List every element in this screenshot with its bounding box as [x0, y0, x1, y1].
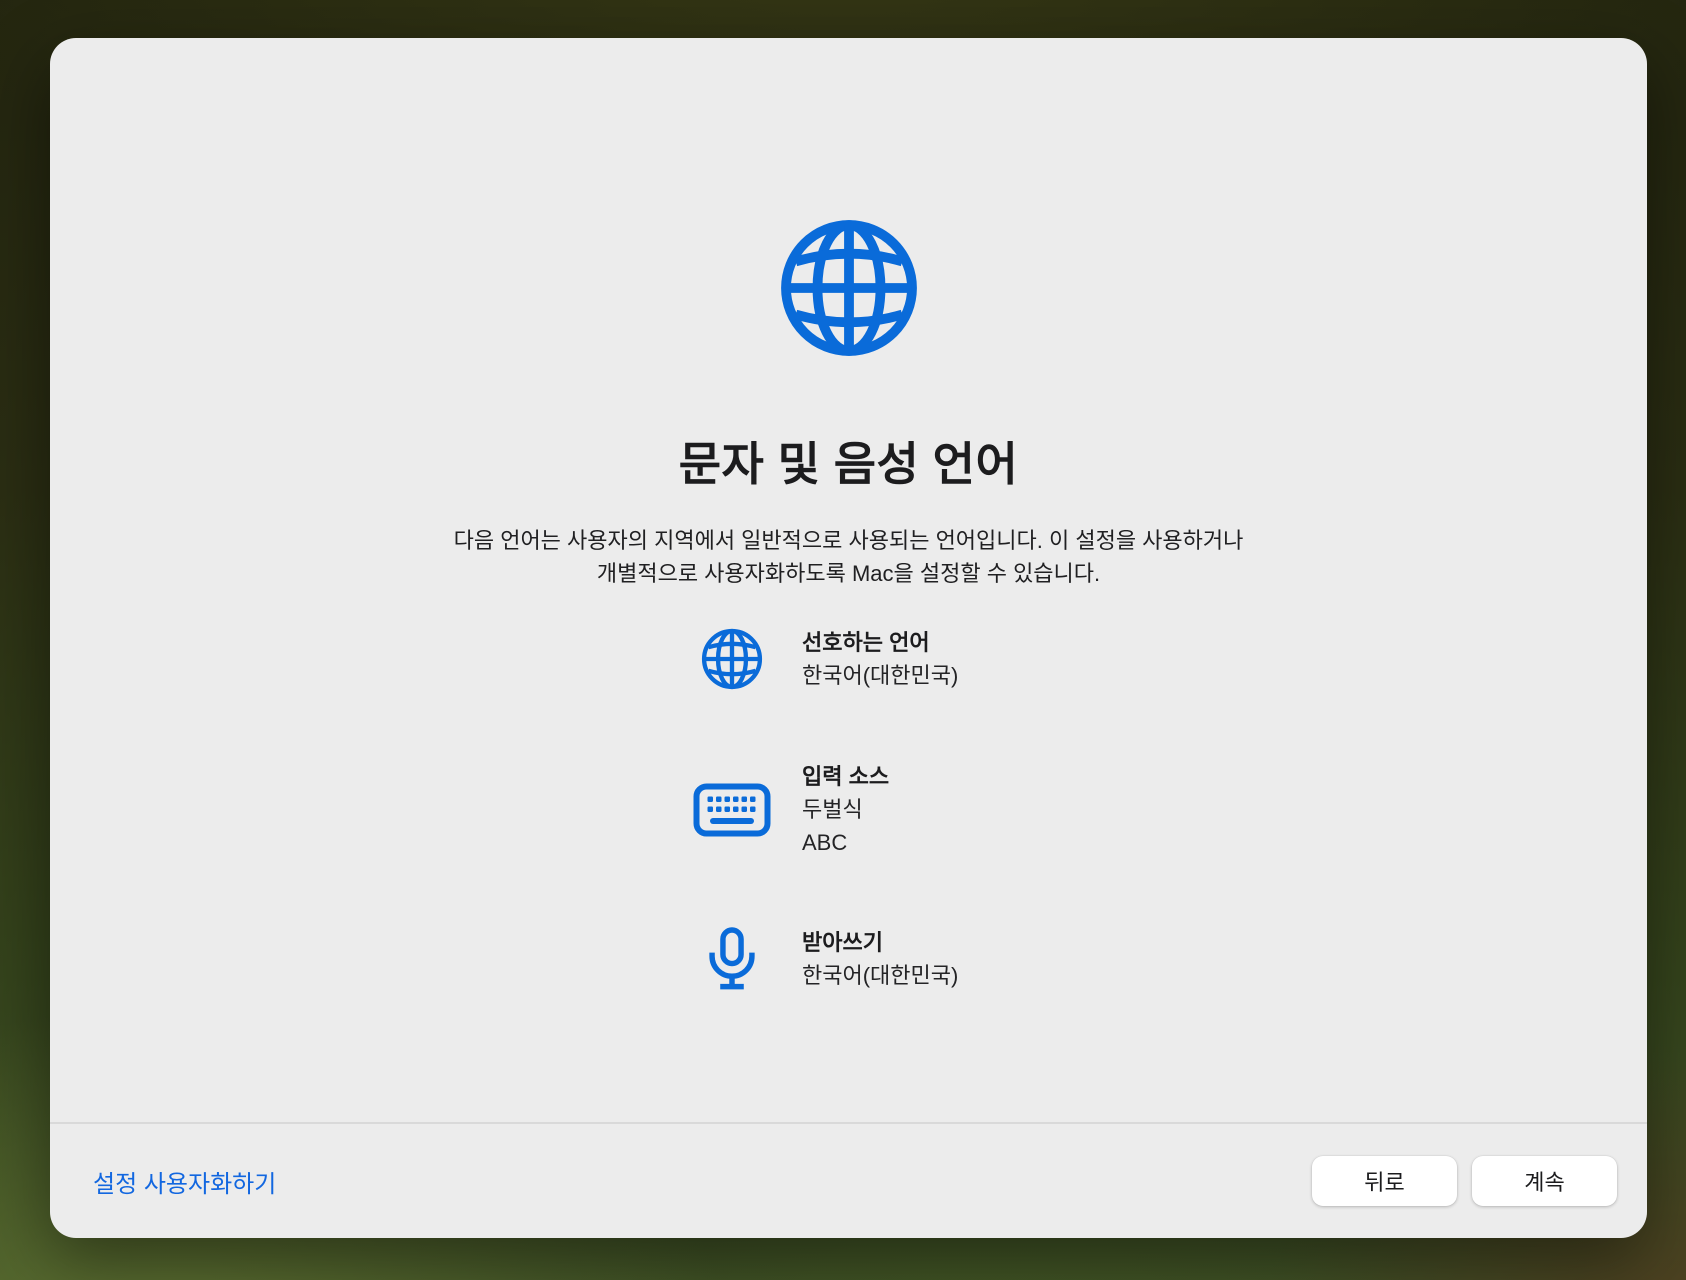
customize-settings-link[interactable]: 설정 사용자화하기	[93, 1164, 276, 1199]
microphone-icon	[682, 924, 782, 994]
section-label: 선호하는 언어	[802, 626, 958, 659]
section-value: 한국어(대한민국)	[802, 659, 958, 692]
globe-icon	[682, 628, 782, 690]
preferred-languages-text: 선호하는 언어 한국어(대한민국)	[802, 626, 958, 692]
preferred-languages-section: 선호하는 언어 한국어(대한민국)	[682, 626, 958, 692]
input-sources-text: 입력 소스 두벌식 ABC	[802, 760, 889, 859]
page-title: 문자 및 음성 언어	[50, 428, 1647, 494]
back-button[interactable]: 뒤로	[1312, 1156, 1457, 1206]
section-value: 두벌식	[802, 793, 889, 826]
footer-buttons: 뒤로 계속	[1312, 1156, 1617, 1206]
description-line-1: 다음 언어는 사용자의 지역에서 일반적으로 사용되는 언어입니다. 이 설정을…	[50, 524, 1647, 557]
section-value: ABC	[802, 826, 889, 859]
input-sources-section: 입력 소스 두벌식 ABC	[682, 760, 889, 859]
section-label: 받아쓰기	[802, 926, 958, 959]
dictation-section: 받아쓰기 한국어(대한민국)	[682, 924, 958, 994]
keyboard-icon	[682, 783, 782, 837]
dictation-text: 받아쓰기 한국어(대한민국)	[802, 926, 958, 992]
section-value: 한국어(대한민국)	[802, 959, 958, 992]
section-label: 입력 소스	[802, 760, 889, 793]
globe-icon	[50, 218, 1647, 358]
setup-assistant-window: 문자 및 음성 언어 다음 언어는 사용자의 지역에서 일반적으로 사용되는 언…	[50, 38, 1647, 1238]
continue-button[interactable]: 계속	[1472, 1156, 1617, 1206]
page-description: 다음 언어는 사용자의 지역에서 일반적으로 사용되는 언어입니다. 이 설정을…	[50, 524, 1647, 590]
footer: 설정 사용자화하기 뒤로 계속	[50, 1124, 1647, 1238]
description-line-2: 개별적으로 사용자화하도록 Mac을 설정할 수 있습니다.	[50, 557, 1647, 590]
